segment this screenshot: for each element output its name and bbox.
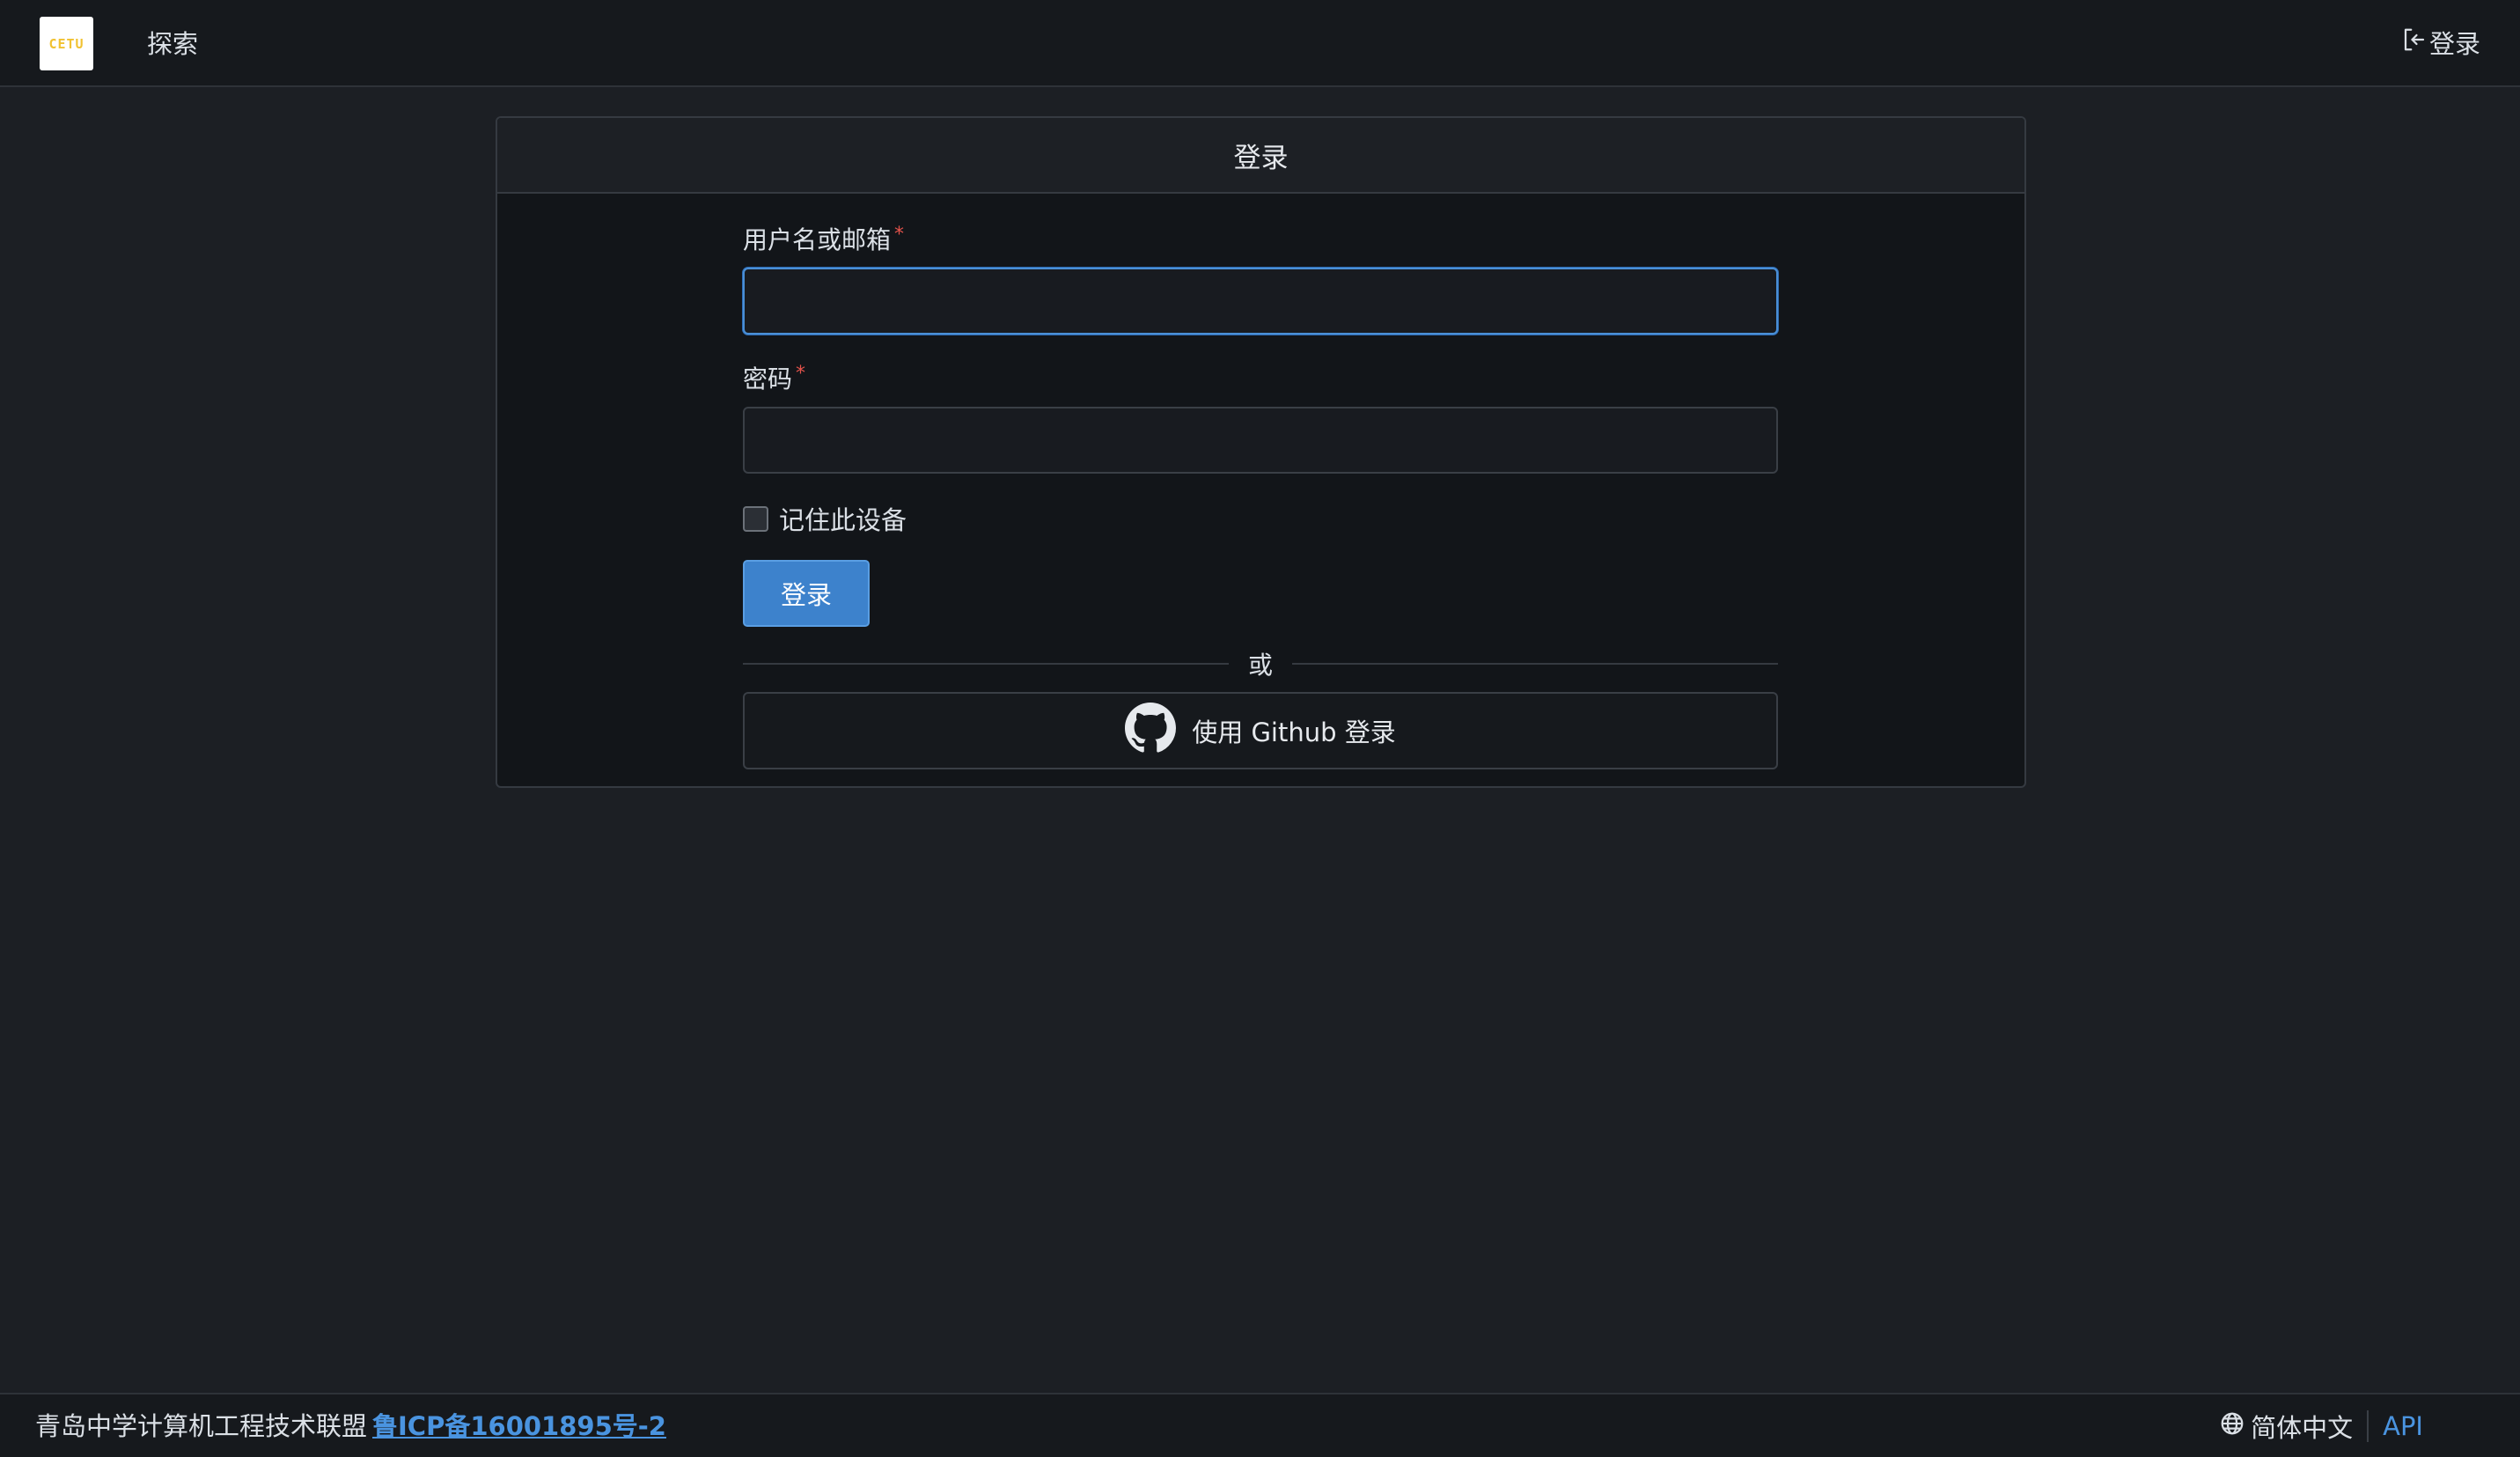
username-label: 用户名或邮箱 * — [743, 222, 1778, 259]
github-icon — [1125, 702, 1177, 760]
footer-org-text: 青岛中学计算机工程技术联盟 — [35, 1411, 368, 1441]
remember-label: 记住此设备 — [779, 505, 907, 535]
icp-link[interactable]: 鲁ICP备16001895号-2 — [372, 1411, 666, 1441]
or-divider: 或 — [743, 646, 1779, 681]
logo-text: CETU — [48, 35, 84, 52]
github-login-label: 使用 Github 登录 — [1192, 717, 1396, 747]
card-title: 登录 — [497, 118, 2024, 194]
remember-device-toggle[interactable]: 记住此设备 — [743, 500, 1778, 537]
footer-right: 简体中文 API — [2219, 1407, 2423, 1446]
username-input[interactable] — [743, 268, 1778, 335]
login-form: 用户名或邮箱 * 密码 * 记住此设备 登录 或 使用 Github 登录 — [743, 222, 1779, 769]
login-submit-button[interactable]: 登录 — [743, 560, 870, 627]
nav-explore-link[interactable]: 探索 — [147, 25, 198, 63]
github-login-button[interactable]: 使用 Github 登录 — [743, 692, 1778, 769]
required-mark: * — [894, 224, 905, 246]
api-link[interactable]: API — [2383, 1411, 2423, 1441]
password-input[interactable] — [743, 407, 1778, 474]
sign-in-icon — [2401, 25, 2428, 63]
nav-login-link[interactable]: 登录 — [2401, 25, 2480, 63]
footer-separator — [2367, 1410, 2369, 1442]
divider-text: 或 — [1248, 651, 1274, 680]
site-logo[interactable]: CETU — [40, 17, 93, 70]
language-selector[interactable]: 简体中文 — [2219, 1408, 2353, 1445]
page-footer: 青岛中学计算机工程技术联盟 鲁ICP备16001895号-2 简体中文 API — [0, 1393, 2520, 1457]
login-card: 登录 用户名或邮箱 * 密码 * 记住此设备 登录 或 使用 Github 登录 — [496, 116, 2026, 788]
top-navbar: CETU 探索 登录 — [0, 0, 2520, 87]
required-mark: * — [796, 363, 806, 385]
password-label: 密码 * — [743, 361, 1778, 398]
footer-left: 青岛中学计算机工程技术联盟 鲁ICP备16001895号-2 — [35, 1407, 666, 1446]
password-label-text: 密码 — [743, 364, 793, 394]
globe-icon — [2219, 1410, 2245, 1443]
nav-login-label: 登录 — [2428, 29, 2480, 59]
username-label-text: 用户名或邮箱 — [743, 225, 892, 254]
remember-checkbox[interactable] — [743, 505, 768, 532]
language-label: 简体中文 — [2251, 1413, 2354, 1443]
